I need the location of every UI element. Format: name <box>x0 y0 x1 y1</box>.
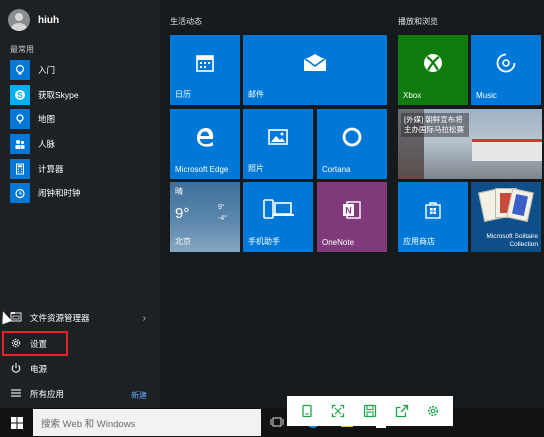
app-get-skype[interactable]: S 获取Skype <box>10 84 155 105</box>
svg-text:N: N <box>345 206 352 216</box>
weather-temp: 9° <box>175 205 190 222</box>
onenote-icon: N <box>317 182 387 238</box>
fullscreen-icon[interactable] <box>329 402 347 420</box>
tile-label: 日历 <box>175 90 191 99</box>
store-bag-icon <box>398 182 468 238</box>
taskbar: 搜索 Web 和 Windows <box>0 408 544 437</box>
app-label: 地图 <box>38 114 56 125</box>
tile-label: 手机助手 <box>248 237 280 246</box>
tile-store[interactable]: 应用商店 <box>398 182 468 252</box>
maps-icon <box>10 109 30 130</box>
group-header-life[interactable]: 生活动态 <box>170 16 202 27</box>
share-icon[interactable] <box>393 402 411 420</box>
svg-text:S: S <box>17 91 23 100</box>
weather-condition: 晴 <box>175 187 183 196</box>
tile-label: 照片 <box>248 164 264 173</box>
app-label: 计算器 <box>38 163 64 174</box>
start-button[interactable] <box>0 408 33 437</box>
power-icon <box>8 362 24 377</box>
user-name: hiuh <box>38 14 60 26</box>
all-apps-label: 所有应用 <box>30 389 65 399</box>
start-left-pane: hiuh 最常用 入门 S 获取Skype 地图 人脉 计算器 闹钟和时钟 文件… <box>0 0 160 408</box>
app-label: 闹钟和时钟 <box>38 188 81 199</box>
tile-label: Music <box>476 91 497 100</box>
cortana-icon <box>317 109 387 165</box>
avatar <box>8 9 30 31</box>
save-icon[interactable] <box>361 402 379 420</box>
xbox-icon <box>398 35 468 91</box>
tile-label: 邮件 <box>248 90 264 99</box>
file-explorer-label: 文件资源管理器 <box>30 313 90 323</box>
most-used-header: 最常用 <box>10 45 34 54</box>
tile-photos[interactable]: 照片 <box>243 109 313 179</box>
calculator-icon <box>10 158 30 179</box>
floating-toolbar <box>287 396 453 426</box>
lightbulb-icon <box>10 60 30 80</box>
people-icon <box>10 134 30 155</box>
all-apps-icon <box>8 388 24 401</box>
app-maps[interactable]: 地图 <box>10 109 155 130</box>
file-explorer-item[interactable]: 文件资源管理器 › <box>8 307 158 329</box>
tile-calendar[interactable]: 日历 <box>170 35 240 105</box>
search-box[interactable]: 搜索 Web 和 Windows <box>33 409 261 436</box>
power-item[interactable]: 电源 <box>8 358 158 380</box>
app-calculator[interactable]: 计算器 <box>10 158 155 179</box>
gear-icon[interactable] <box>424 402 442 420</box>
photos-icon <box>243 109 313 165</box>
calendar-icon <box>170 35 240 91</box>
tile-onenote[interactable]: N OneNote <box>317 182 387 252</box>
settings-highlight-box <box>2 331 68 356</box>
tile-label: 应用商店 <box>403 237 435 246</box>
edge-icon <box>170 109 240 165</box>
skype-icon: S <box>10 84 30 105</box>
weather-high: 9° <box>218 204 225 211</box>
tile-cortana[interactable]: Cortana <box>317 109 387 179</box>
chevron-right-icon[interactable]: › <box>143 313 146 324</box>
card-icon <box>506 188 534 222</box>
music-icon <box>471 35 541 91</box>
tile-label: Xbox <box>403 91 422 100</box>
search-placeholder: 搜索 Web 和 Windows <box>41 418 136 430</box>
tile-news[interactable]: [外媒] 朝鲜宣布将主办国际马拉松赛 <box>398 109 542 179</box>
tile-label: 北京 <box>175 237 191 246</box>
tile-solitaire[interactable]: Microsoft Solitaire Collection <box>471 182 541 252</box>
tile-edge[interactable]: Microsoft Edge <box>170 109 240 179</box>
user-account[interactable]: hiuh <box>8 8 59 32</box>
windows-logo-icon <box>10 416 23 429</box>
tile-label: OneNote <box>322 238 355 247</box>
tile-music[interactable]: Music <box>471 35 541 105</box>
app-label: 入门 <box>38 65 56 75</box>
tile-label: Cortana <box>322 165 351 174</box>
app-people[interactable]: 人脉 <box>10 134 155 155</box>
app-label: 人脉 <box>38 139 56 150</box>
app-label: 获取Skype <box>38 89 79 100</box>
new-badge: 新建 <box>131 391 147 400</box>
most-used-list: 入门 S 获取Skype 地图 人脉 计算器 闹钟和时钟 <box>10 60 155 208</box>
group-header-play[interactable]: 播放和浏览 <box>398 16 438 27</box>
power-label: 电源 <box>30 364 48 374</box>
app-get-started[interactable]: 入门 <box>10 60 155 80</box>
app-alarms-clock[interactable]: 闹钟和时钟 <box>10 183 155 204</box>
task-view-icon[interactable] <box>270 415 284 429</box>
tile-xbox[interactable]: Xbox <box>398 35 468 105</box>
news-photo-buses <box>472 139 542 161</box>
phone-laptop-icon <box>243 182 313 238</box>
tile-mail[interactable]: 邮件 <box>243 35 387 105</box>
alarm-icon <box>10 183 30 204</box>
tile-label: Microsoft Edge <box>175 165 229 174</box>
tile-phone-companion[interactable]: 手机助手 <box>243 182 313 252</box>
mail-icon <box>243 35 387 91</box>
news-headline: [外媒] 朝鲜宣布将主办国际马拉松赛 <box>401 113 469 137</box>
tile-weather[interactable]: 晴 9° 9° -4° 北京 <box>170 182 240 252</box>
weather-low: -4° <box>218 215 228 222</box>
window-icon[interactable] <box>298 402 316 420</box>
tile-label: Microsoft Solitaire Collection <box>486 233 538 248</box>
